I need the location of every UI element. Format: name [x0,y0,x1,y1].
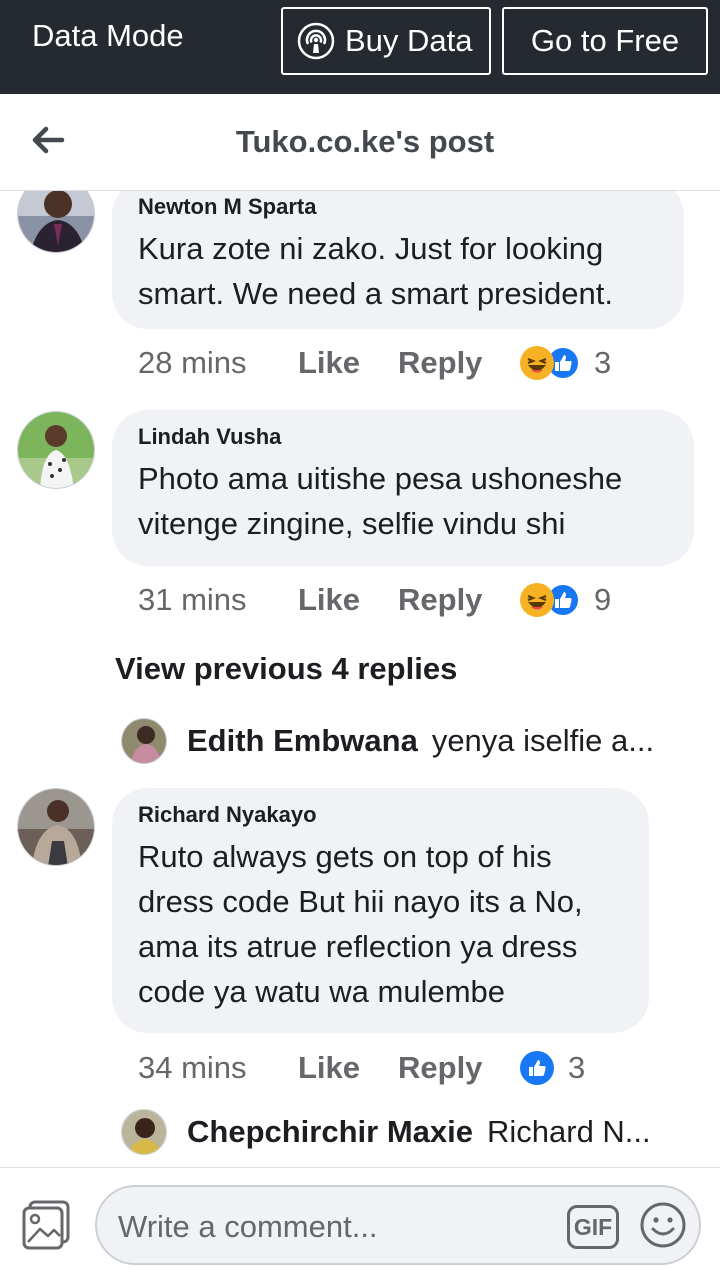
reaction-count: 9 [594,582,612,617]
emoji-icon[interactable] [638,1200,688,1250]
reply-snippet: yenya iselfie a... [431,723,655,758]
comment-composer: Write a comment... GIF [0,1167,720,1268]
buy-data-button[interactable]: Buy Data [281,7,491,75]
page-title: Tuko.co.ke's post [235,124,495,159]
data-mode-label: Data Mode [32,18,184,53]
reply-button[interactable]: Reply [398,1050,520,1086]
like-button[interactable]: Like [298,1050,398,1086]
reactions-summary[interactable]: 9 [520,582,611,618]
comment-line: smart. We need a smart president. [138,276,613,311]
comment-line: Kura zote ni zako. Just for looking [138,231,604,266]
reply-button[interactable]: Reply [398,582,520,618]
comment-meta: 34 mins Like Reply 3 [138,1048,585,1088]
comment-line: code ya watu wa mulembe [138,974,506,1009]
comment-meta: 28 mins Like Reply 3 [138,343,611,383]
avatar [121,1109,167,1155]
comments-list: Newton M Sparta Kura zote ni zako. Just … [0,191,720,1167]
avatar[interactable] [17,411,95,489]
comment-timestamp: 34 mins [138,1050,247,1085]
like-button[interactable]: Like [298,345,398,381]
comment-line: vitenge zingine, selfie vindu shi [138,506,566,541]
buy-data-label: Buy Data [345,23,473,58]
comment-bubble[interactable]: Richard Nyakayo Ruto always gets on top … [112,788,649,1033]
reaction-count: 3 [568,1050,586,1085]
reaction-count: 3 [594,345,612,380]
comment-meta: 31 mins Like Reply 9 [138,580,611,620]
reply-button[interactable]: Reply [398,345,520,381]
haha-reaction-icon [520,346,554,380]
reactions-summary[interactable]: 3 [520,1050,585,1086]
reactions-summary[interactable]: 3 [520,345,611,381]
comment-author[interactable]: Lindah Vusha [138,424,668,450]
go-to-free-button[interactable]: Go to Free [502,7,708,75]
comment-author[interactable]: Richard Nyakayo [138,802,623,828]
reply-author: Chepchirchir Maxie [187,1114,473,1149]
comment-line: ama its atrue reflection ya dress [138,929,578,964]
data-mode-bar: Data Mode Buy Data Go to Free [0,0,720,94]
comment-input-placeholder: Write a comment... [118,1209,378,1244]
comment-timestamp: 31 mins [138,582,247,617]
avatar [121,718,167,764]
comment-bubble[interactable]: Newton M Sparta Kura zote ni zako. Just … [112,191,684,329]
comment-line: Ruto always gets on top of his [138,839,552,874]
comment-text: Photo ama uitishe pesa ushoneshe vitenge… [138,456,668,546]
avatar[interactable] [17,191,95,253]
broadcast-icon [297,22,335,60]
reply-snippet: Richard N... [486,1114,651,1149]
view-previous-replies-link[interactable]: View previous 4 replies [115,651,457,687]
reply-author: Edith Embwana [187,723,418,758]
comment-timestamp: 28 mins [138,345,247,380]
comment-input[interactable]: Write a comment... GIF [95,1185,701,1265]
comment-line: Photo ama uitishe pesa ushoneshe [138,461,623,496]
comment-text: Kura zote ni zako. Just for looking smar… [138,226,658,316]
like-reaction-icon [520,1051,554,1085]
photo-attach-icon[interactable] [20,1198,74,1252]
reply-preview[interactable]: Edith Embwana yenya iselfie a... [121,716,681,766]
comment-text: Ruto always gets on top of his dress cod… [138,834,623,1014]
avatar[interactable] [17,788,95,866]
post-header: Tuko.co.ke's post [0,94,720,191]
comment-author[interactable]: Newton M Sparta [138,194,658,220]
like-button[interactable]: Like [298,582,398,618]
gif-button[interactable]: GIF [567,1205,619,1249]
comment-bubble[interactable]: Lindah Vusha Photo ama uitishe pesa usho… [112,410,694,566]
reply-preview[interactable]: Chepchirchir Maxie Richard N... [121,1107,681,1157]
haha-reaction-icon [520,583,554,617]
comment-line: dress code But hii nayo its a No, [138,884,583,919]
go-to-free-label: Go to Free [530,23,680,58]
